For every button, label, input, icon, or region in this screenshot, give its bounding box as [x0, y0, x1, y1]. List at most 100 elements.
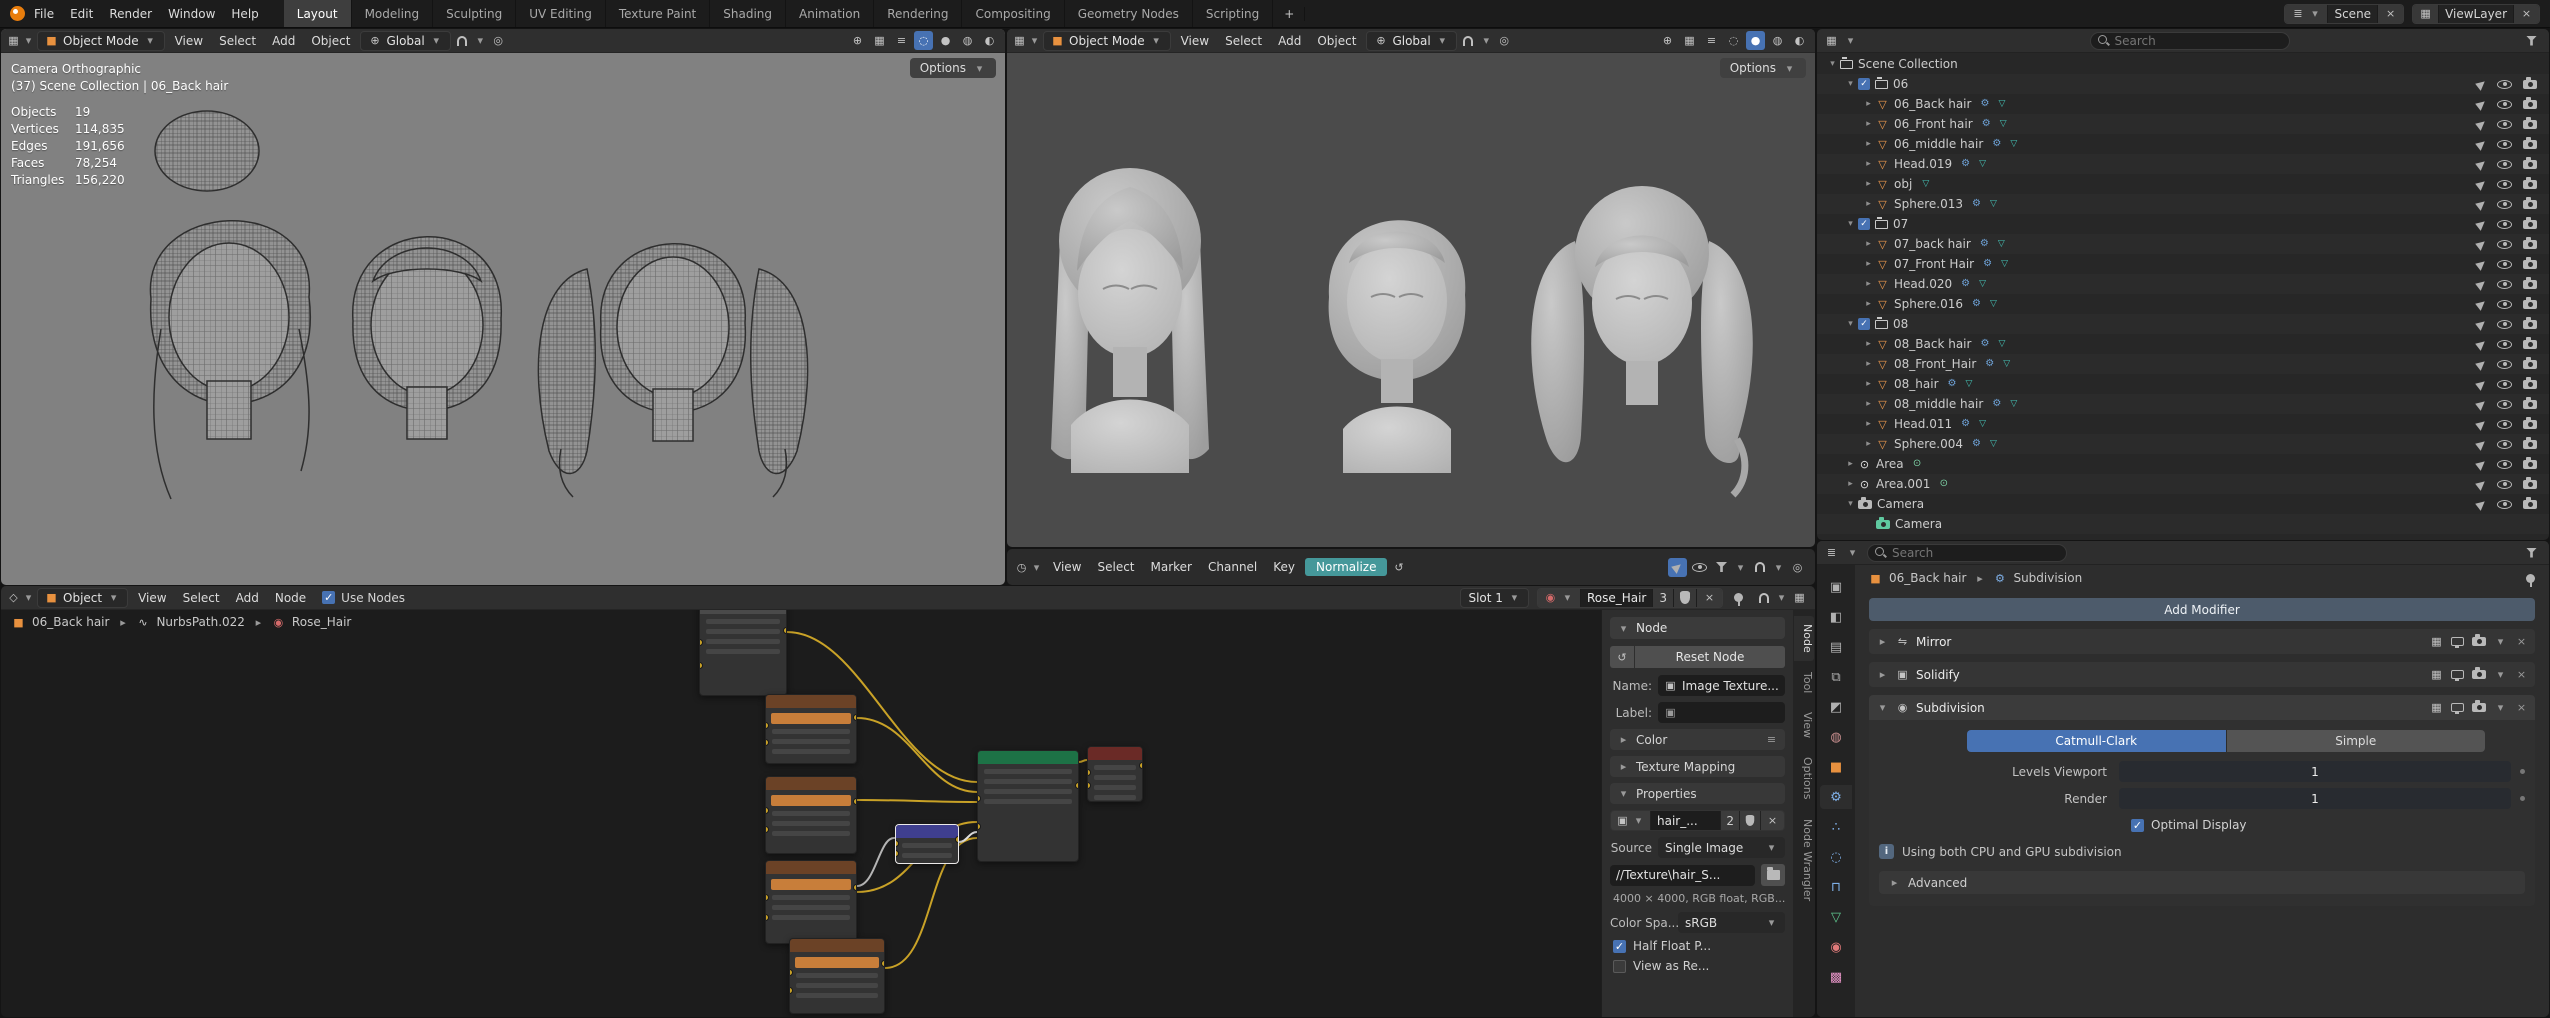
slot-dropdown[interactable]: Slot 1 ▾ [1460, 587, 1529, 608]
outliner-item-label[interactable]: 07 [1893, 217, 1908, 231]
node-socket[interactable] [896, 840, 899, 848]
viewport-menu-item[interactable]: Object [1309, 32, 1364, 50]
workspace-tab[interactable]: Geometry Nodes [1065, 0, 1193, 27]
breadcrumb-material[interactable]: Rose_Hair [292, 615, 351, 629]
only-selected-icon[interactable] [1668, 557, 1687, 577]
properties-tab-texture[interactable]: ▩ [1820, 965, 1852, 989]
expand-icon[interactable]: ▸ [1843, 479, 1858, 489]
pin-id-icon[interactable] [1729, 588, 1748, 607]
hide-viewport-icon[interactable] [2497, 239, 2512, 249]
modifier-remove-icon[interactable]: × [2515, 669, 2528, 680]
breadcrumb-object[interactable]: 06_Back hair [1889, 571, 1966, 585]
image-users-button[interactable]: 2 [1721, 811, 1740, 830]
disable-render-icon[interactable] [2523, 216, 2537, 229]
hide-viewport-icon[interactable] [2497, 499, 2512, 509]
shader-node[interactable] [765, 776, 857, 854]
properties-tab-world[interactable]: ◍ [1820, 725, 1852, 749]
topbar-menu-item[interactable]: Render [101, 5, 160, 23]
editor-type-icon[interactable]: ≣ [1825, 547, 1838, 558]
filter-icon[interactable] [1712, 558, 1731, 577]
modifier-row-solidify[interactable]: ▸ ▣ Solidify ▦ ▾ × [1869, 662, 2535, 687]
disable-render-icon[interactable] [2523, 196, 2537, 209]
node-socket[interactable] [766, 739, 769, 747]
outliner-item-label[interactable]: 07_Front Hair [1894, 257, 1974, 271]
edit-mode-display-icon[interactable]: ▦ [2430, 636, 2443, 647]
node-socket[interactable] [881, 959, 884, 967]
add-modifier-button[interactable]: Add Modifier [1869, 598, 2535, 621]
animate-decorator-icon[interactable] [2520, 769, 2525, 774]
selectability-icon[interactable] [2475, 97, 2488, 111]
hide-viewport-icon[interactable] [2497, 99, 2512, 109]
properties-tab-physics[interactable]: ◌ [1820, 845, 1852, 869]
node-socket[interactable] [700, 662, 703, 670]
fake-user-button[interactable] [1674, 588, 1697, 607]
outliner-item-label[interactable]: Area [1876, 457, 1904, 471]
expand-icon[interactable]: ▸ [1861, 359, 1876, 369]
editor-type-icon[interactable]: ▦ [1013, 35, 1026, 46]
outliner-search-input[interactable] [2089, 31, 2290, 50]
modifier-extras-icon[interactable]: ▾ [2494, 636, 2507, 647]
proportional-editing-icon[interactable]: ◎ [1495, 31, 1514, 50]
outliner-item-label[interactable]: Camera [1895, 517, 1942, 531]
render-display-icon[interactable] [2472, 667, 2486, 679]
properties-tab-object[interactable]: ■ [1820, 755, 1852, 779]
selectability-icon[interactable] [2475, 297, 2488, 311]
outliner-row[interactable]: Camera [1817, 514, 2549, 534]
node-socket[interactable] [1139, 762, 1142, 770]
timeline-menu-item[interactable]: Marker [1143, 558, 1200, 576]
advanced-section[interactable]: ▸ Advanced [1879, 871, 2525, 894]
outliner-row[interactable]: ▾ ✓ 07 [1817, 214, 2549, 234]
outliner-row[interactable]: ▾ ✓ 08 [1817, 314, 2549, 334]
viewport-menu-item[interactable]: Select [211, 32, 264, 50]
disable-render-icon[interactable] [2523, 456, 2537, 469]
hide-viewport-icon[interactable] [2497, 139, 2512, 149]
expand-icon[interactable]: ▸ [1861, 299, 1876, 309]
timeline-menu-item[interactable]: View [1045, 558, 1089, 576]
shading-wireframe-icon[interactable]: ◌ [1724, 31, 1743, 50]
outliner-item-label[interactable]: 08_Front_Hair [1894, 357, 1976, 371]
disable-render-icon[interactable] [2523, 316, 2537, 329]
node-header[interactable] [1088, 747, 1142, 760]
workspace-tab[interactable]: Layout [283, 0, 352, 27]
properties-tab-render[interactable]: ◧ [1820, 605, 1852, 629]
outliner-item-label[interactable]: Area.001 [1876, 477, 1930, 491]
hide-viewport-icon[interactable] [2497, 119, 2512, 129]
shading-solid-icon[interactable]: ● [1746, 31, 1765, 50]
modifier-row-mirror[interactable]: ▸ ⇋ Mirror ▦ ▾ × [1869, 629, 2535, 654]
transform-orientation-dropdown[interactable]: ⊕ Global ▾ [1366, 30, 1457, 51]
node-header[interactable] [896, 825, 958, 838]
expand-icon[interactable]: ▸ [1861, 159, 1876, 169]
outliner-item-label[interactable]: Sphere.013 [1894, 197, 1963, 211]
outliner-row[interactable]: ▸ ▽ obj ▽ [1817, 174, 2549, 194]
disable-render-icon[interactable] [2523, 336, 2537, 349]
edit-mode-display-icon[interactable]: ▦ [2430, 702, 2443, 713]
outliner-row[interactable]: ▸ ▽ Head.019 ⚙ ▽ [1817, 154, 2549, 174]
timeline-menu-item[interactable]: Select [1089, 558, 1142, 576]
number-field[interactable]: 1 [2119, 761, 2511, 782]
viewlayer-browse-button[interactable]: ▦ [2413, 4, 2440, 23]
workspace-tab[interactable]: Sculpting [433, 0, 517, 27]
shading-rendered-icon[interactable]: ◐ [1790, 31, 1809, 50]
editor-type-icon[interactable]: ◇ [7, 592, 20, 603]
outliner-row[interactable]: ▸ ▽ Sphere.013 ⚙ ▽ [1817, 194, 2549, 214]
outliner-row[interactable]: ▸ ▽ 07_back hair ⚙ ▽ [1817, 234, 2549, 254]
shader-node[interactable] [765, 860, 857, 944]
workspace-tab[interactable]: Shading [710, 0, 786, 27]
half-float-checkbox[interactable]: ✓ [1613, 939, 1626, 953]
shader-menu-item[interactable]: Node [267, 589, 314, 607]
expand-icon[interactable]: ▸ [1861, 379, 1876, 389]
breadcrumb-object[interactable]: 06_Back hair [32, 615, 109, 629]
outliner-row[interactable]: ▸ ▽ 08_Front_Hair ⚙ ▽ [1817, 354, 2549, 374]
outliner-row[interactable]: ▸ ▽ Head.020 ⚙ ▽ [1817, 274, 2549, 294]
disable-render-icon[interactable] [2523, 136, 2537, 149]
outliner-item-label[interactable]: 08 [1893, 317, 1908, 331]
workspace-tab[interactable]: Animation [786, 0, 875, 27]
expand-icon[interactable]: ▸ [1861, 439, 1876, 449]
node-socket[interactable] [766, 914, 769, 922]
hide-viewport-icon[interactable] [2497, 459, 2512, 469]
selectability-icon[interactable] [2475, 257, 2488, 271]
hide-viewport-icon[interactable] [2497, 439, 2512, 449]
expand-icon[interactable]: ▸ [1861, 419, 1876, 429]
node-socket[interactable] [978, 795, 981, 802]
outliner-row[interactable]: ▸ ▽ 06_Back hair ⚙ ▽ [1817, 94, 2549, 114]
